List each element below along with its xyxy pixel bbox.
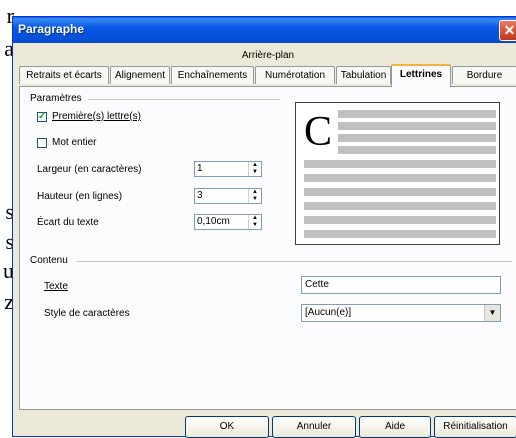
tab-arriere-plan[interactable]: Arrière-plan xyxy=(19,47,516,65)
tab-alignement[interactable]: Alignement xyxy=(110,66,170,84)
tab-panel: Paramètres ✓ Première(s) lettre(s) Mot e… xyxy=(19,86,516,410)
spinner-arrows-icon[interactable]: ▲ ▼ xyxy=(248,215,261,229)
tab-tabulation[interactable]: Tabulation xyxy=(336,66,391,84)
preview-line xyxy=(304,216,496,224)
checkmark-icon: ✓ xyxy=(38,111,47,122)
chevron-down-icon[interactable]: ▼ xyxy=(484,305,500,321)
tab-label: Enchaînements xyxy=(177,70,248,81)
tab-label: Alignement xyxy=(114,70,166,81)
tab-label: Bordure xyxy=(466,70,503,81)
tab-label: Retraits et écarts xyxy=(26,70,102,81)
ok-button[interactable]: OK xyxy=(185,416,269,438)
tab-numerotation[interactable]: Numérotation xyxy=(255,66,335,84)
height-spinner[interactable]: 3 ▲ ▼ xyxy=(194,188,262,204)
first-letters-checkbox[interactable]: ✓ xyxy=(37,112,47,122)
tab-label: Numérotation xyxy=(264,70,326,81)
spacing-label: Écart du texte xyxy=(37,217,99,228)
char-style-select[interactable]: [Aucun(e)] ▼ xyxy=(301,304,501,322)
tab-lettrines[interactable]: Lettrines xyxy=(391,64,451,87)
height-label: Hauteur (en lignes) xyxy=(37,191,123,202)
preview-line xyxy=(304,230,496,238)
tab-bordure[interactable]: Bordure xyxy=(452,66,516,84)
width-value: 1 xyxy=(197,163,203,174)
drop-cap-preview: C xyxy=(295,102,500,245)
reset-button[interactable]: Réinitialisation xyxy=(434,416,516,438)
spinner-arrows-icon[interactable]: ▲ ▼ xyxy=(248,189,261,203)
width-label: Largeur (en caractères) xyxy=(37,164,142,175)
preview-line xyxy=(338,146,496,154)
preview-drop-letter: C xyxy=(304,109,333,155)
group-contenu-label: Contenu xyxy=(30,255,68,266)
drop-text-input[interactable]: Cette xyxy=(301,276,501,294)
height-value: 3 xyxy=(197,190,203,201)
help-button[interactable]: Aide xyxy=(359,416,431,438)
tab-strip: Arrière-plan Retraits et écarts Aligneme… xyxy=(19,47,516,89)
preview-line xyxy=(338,134,496,142)
char-style-label: Style de caractères xyxy=(44,308,130,319)
preview-line xyxy=(338,122,496,130)
close-icon: ✕ xyxy=(503,22,516,38)
first-letters-label: Première(s) lettre(s) xyxy=(52,111,141,122)
preview-line xyxy=(304,160,496,168)
tab-enchainements[interactable]: Enchaînements xyxy=(171,66,254,84)
title-bar[interactable]: Paragraphe ✕ xyxy=(13,17,516,43)
preview-line xyxy=(304,188,496,196)
spacing-spinner[interactable]: 0,10cm ▲ ▼ xyxy=(194,214,262,230)
preview-line xyxy=(338,110,496,118)
group-divider xyxy=(76,261,512,262)
group-divider xyxy=(88,99,280,100)
group-parametres-label: Paramètres xyxy=(30,93,82,104)
whole-word-label: Mot entier xyxy=(52,137,97,148)
whole-word-checkbox[interactable] xyxy=(37,138,47,148)
tab-label: Lettrines xyxy=(399,69,443,80)
first-letters-text: Première(s) lettre(s) xyxy=(52,111,141,122)
text-label-text: Texte xyxy=(44,281,68,292)
text-label: Texte xyxy=(44,281,68,292)
char-style-value: [Aucun(e)] xyxy=(305,307,352,318)
close-button[interactable]: ✕ xyxy=(499,20,516,41)
width-spinner[interactable]: 1 ▲ ▼ xyxy=(194,161,262,177)
tab-label: Arrière-plan xyxy=(241,50,295,61)
cancel-button[interactable]: Annuler xyxy=(272,416,356,438)
tab-retraits[interactable]: Retraits et écarts xyxy=(19,66,109,84)
paragraph-dialog: Paragraphe ✕ Arrière-plan Retraits et éc… xyxy=(12,16,516,438)
spinner-arrows-icon[interactable]: ▲ ▼ xyxy=(248,162,261,176)
preview-line xyxy=(304,202,496,210)
spacing-value: 0,10cm xyxy=(197,216,230,227)
preview-line xyxy=(304,174,496,182)
tab-label: Tabulation xyxy=(340,70,387,81)
dialog-title: Paragraphe xyxy=(18,22,85,36)
